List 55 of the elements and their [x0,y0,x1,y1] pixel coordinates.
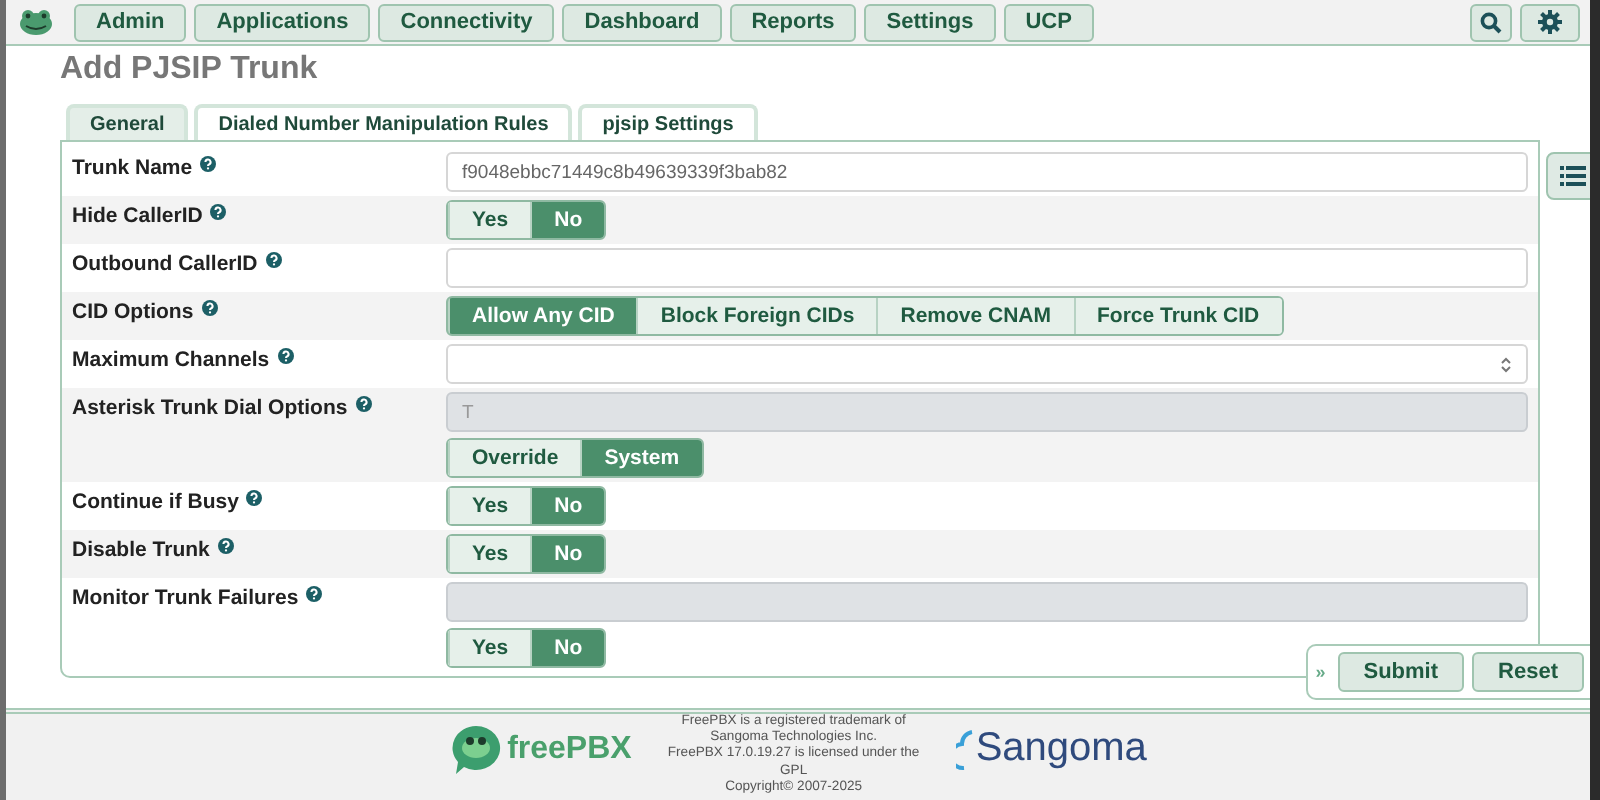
frog-chat-icon [449,724,502,776]
nav-menu-button[interactable]: UCP [1003,3,1094,41]
number-field[interactable] [446,344,1528,384]
field-label: Maximum Channels [72,348,270,372]
settings-button[interactable] [1520,3,1580,41]
tab[interactable]: Dialed Number Manipulation Rules [194,104,573,140]
settings-icon [1538,10,1562,34]
field-label: Outbound CallerID [72,252,258,276]
field-label: Continue if Busy [72,490,239,514]
help-icon[interactable] [210,204,227,220]
option-button[interactable]: No [530,202,605,238]
search-button[interactable] [1470,3,1512,41]
nav-menu-button[interactable]: Dashboard [562,3,722,41]
nav-menu-button[interactable]: Admin [74,3,187,41]
frog-logo-icon[interactable] [18,8,54,36]
page-title: Add PJSIP Trunk [60,52,320,88]
action-button[interactable]: Submit [1337,652,1465,692]
nav-menu-button[interactable]: Connectivity [378,3,555,41]
help-icon[interactable] [306,586,323,602]
help-icon[interactable] [246,490,263,506]
help-icon[interactable] [265,252,282,268]
field-label: Trunk Name [72,156,193,180]
text-field[interactable]: f9048ebbc71449c8b49639339f3bab82 [446,152,1528,192]
field-label: Hide CallerID [72,204,203,228]
tab[interactable]: General [66,104,189,140]
list-button[interactable] [1546,152,1590,200]
list-icon [1559,166,1585,186]
tab[interactable]: pjsip Settings [578,104,758,140]
brand-logo-text: freePBX [507,732,632,768]
field-label: Asterisk Trunk Dial Options [72,396,348,420]
field-label: Disable Trunk [72,538,210,562]
action-button[interactable]: Reset [1472,652,1584,692]
help-icon[interactable] [355,396,372,412]
option-button[interactable]: No [530,536,605,572]
option-button[interactable]: Block Foreign CIDs [636,298,877,334]
option-button[interactable]: No [530,488,605,524]
company-logo-text: Sangoma [975,726,1147,772]
nav-menu-button[interactable]: Reports [729,3,857,41]
help-icon[interactable] [201,300,218,316]
help-icon[interactable] [277,348,294,364]
field-label: Monitor Trunk Failures [72,586,299,610]
help-icon[interactable] [200,156,217,172]
search-icon [1480,11,1502,33]
nav-menu-button[interactable]: Applications [194,3,371,41]
spinner-icon[interactable] [1500,355,1512,373]
option-button[interactable]: Yes [448,536,531,572]
option-button[interactable]: Allow Any CID [448,298,637,334]
field-label: CID Options [72,300,194,324]
nav-menu-button[interactable]: Settings [864,3,996,41]
option-button[interactable]: Force Trunk CID [1073,298,1282,334]
option-button[interactable]: Yes [448,202,531,238]
help-icon[interactable] [217,538,234,554]
text-field[interactable] [446,248,1528,288]
option-button[interactable]: Yes [448,488,531,524]
option-button[interactable]: Remove CNAM [876,298,1073,334]
